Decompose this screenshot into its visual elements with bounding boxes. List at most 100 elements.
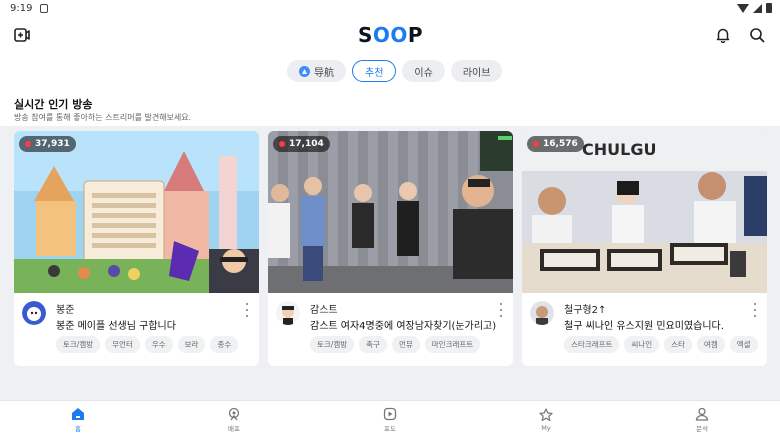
tab-issue-label: 이슈 <box>414 67 433 79</box>
streamer-name[interactable]: 철구형2↑ <box>564 301 606 316</box>
tag[interactable]: 무언터 <box>105 336 140 353</box>
tab-live-label: 라이브 <box>462 67 491 79</box>
nav-play-label: 포도 <box>384 425 396 433</box>
avatar-image <box>22 301 46 325</box>
tag[interactable]: 액셜 <box>729 336 758 353</box>
person-icon <box>695 407 709 421</box>
broadcast-plus-icon <box>14 28 30 42</box>
broadcast-title[interactable]: 봉준 메이플 선생님 구합니다 <box>56 317 176 332</box>
tag[interactable]: 토크/캠방 <box>56 336 101 353</box>
battery-icon <box>766 3 772 13</box>
live-dot-icon <box>25 141 31 147</box>
play-icon <box>383 407 397 421</box>
nav-my-label: My <box>541 424 551 432</box>
tab-recommended-label: 추천 <box>365 67 384 79</box>
section-title: 실시간 인기 방송 <box>14 98 93 111</box>
tag[interactable]: 토크/캠방 <box>310 336 355 353</box>
viewer-count: 17,104 <box>289 139 324 149</box>
nav-my[interactable]: My <box>468 401 624 439</box>
bottom-navigation: 홈 배포 포도 My 문석 <box>0 400 780 439</box>
signal-icon <box>753 3 762 13</box>
more-options-icon[interactable] <box>243 303 251 317</box>
tag[interactable]: 씨나인 <box>624 336 660 353</box>
nav-home[interactable]: 홈 <box>0 401 156 439</box>
streamer-name[interactable]: 봉준 <box>56 301 74 316</box>
broadcast-meta: 철구형2↑ 철구 씨나인 유스지원 민요미였습니다. 스타크래프트 씨나인 스타… <box>522 293 767 366</box>
broadcast-card[interactable]: 17,104 감스트 감스트 여자4명중에 여장남자찾기(눈가리고) 토크/캠방… <box>268 131 513 366</box>
wifi-icon <box>737 3 749 13</box>
logo-prefix: S <box>358 23 373 47</box>
status-time: 9:19 <box>10 3 33 14</box>
notification-icon <box>40 4 48 13</box>
streamer-name[interactable]: 감스트 <box>310 301 338 316</box>
tab-recommended[interactable]: 추천 <box>352 60 397 82</box>
logo-mid: OO <box>372 23 408 47</box>
nav-broadcast-label: 배포 <box>228 425 240 433</box>
notifications-button[interactable] <box>711 23 735 47</box>
live-dot-icon <box>279 141 285 147</box>
viewer-count-badge: 37,931 <box>19 136 76 152</box>
streamer-avatar[interactable] <box>22 301 46 325</box>
dining-scene-image: CHULGU <box>522 131 767 293</box>
header-area: 导航 추천 이슈 라이브 실시간 인기 방송 방송 참여를 통해 좋아하는 스트… <box>0 52 780 126</box>
broadcast-thumbnail[interactable]: CHULGU 16,576 <box>522 131 767 293</box>
viewer-count: 16,576 <box>543 139 578 149</box>
tag[interactable]: 보라 <box>177 336 206 353</box>
top-app-bar: SOOP <box>0 18 780 52</box>
category-tabs: 导航 추천 이슈 라이브 <box>287 60 503 82</box>
avatar-image <box>276 301 300 325</box>
logo-suffix: P <box>407 23 424 47</box>
tab-issue[interactable]: 이슈 <box>402 60 445 82</box>
viewer-count-badge: 17,104 <box>273 136 330 152</box>
broadcast-thumbnail[interactable]: 37,931 <box>14 131 259 293</box>
search-button[interactable] <box>745 23 769 47</box>
tag-list: 스타크래프트 씨나인 스타 여캠 액셜 <box>564 336 758 353</box>
tab-live[interactable]: 라이브 <box>450 60 503 82</box>
streamer-avatar[interactable] <box>276 301 300 325</box>
tag[interactable]: 여캠 <box>696 336 725 353</box>
thumb-text: CHULGU <box>582 140 656 159</box>
tab-navigation[interactable]: 导航 <box>287 60 346 82</box>
compass-icon <box>299 65 310 77</box>
nav-profile[interactable]: 문석 <box>624 401 780 439</box>
tag[interactable]: 축구 <box>359 336 387 353</box>
nav-home-label: 홈 <box>75 425 81 433</box>
bell-icon <box>716 28 730 43</box>
tag-list: 토크/캠방 축구 먼뮤 마인크래프트 <box>310 336 481 353</box>
broadcast-card[interactable]: 37,931 봉준 봉준 메이플 선생님 구합니다 토크/캠방 무언터 우수 보… <box>14 131 259 366</box>
star-icon <box>539 408 553 422</box>
start-broadcast-button[interactable] <box>10 23 34 47</box>
viewer-count: 37,931 <box>35 139 70 149</box>
more-options-icon[interactable] <box>751 303 759 317</box>
viewer-count-badge: 16,576 <box>527 136 584 152</box>
live-broadcast-list: 37,931 봉준 봉준 메이플 선생님 구합니다 토크/캠방 무언터 우수 보… <box>14 131 767 366</box>
app-logo[interactable]: SOOP <box>358 23 423 47</box>
system-icons <box>737 3 772 13</box>
section-subtitle: 방송 참여를 통해 좋아하는 스트리머를 발견해보세요. <box>14 113 192 122</box>
tag[interactable]: 종수 <box>210 336 239 353</box>
nav-broadcast[interactable]: 배포 <box>156 401 312 439</box>
tag[interactable]: 스타크래프트 <box>564 336 620 353</box>
game-scene-image <box>14 131 259 293</box>
tag[interactable]: 우수 <box>144 336 173 353</box>
streamer-avatar[interactable] <box>530 301 554 325</box>
home-icon <box>72 408 84 420</box>
tag[interactable]: 스타 <box>664 336 692 353</box>
tag[interactable]: 먼뮤 <box>391 336 420 353</box>
broadcast-thumbnail[interactable]: 17,104 <box>268 131 513 293</box>
broadcast-title[interactable]: 철구 씨나인 유스지원 민요미였습니다. <box>564 317 724 332</box>
nav-play[interactable]: 포도 <box>312 401 468 439</box>
status-bar: 9:19 <box>0 0 780 18</box>
live-dot-icon <box>533 141 539 147</box>
broadcast-title[interactable]: 감스트 여자4명중에 여장남자찾기(눈가리고) <box>310 317 496 332</box>
avatar-image <box>530 301 554 325</box>
tag-list: 토크/캠방 무언터 우수 보라 종수 <box>56 336 239 353</box>
nav-profile-label: 문석 <box>696 425 708 433</box>
search-icon <box>750 28 765 43</box>
more-options-icon[interactable] <box>497 303 505 317</box>
broadcast-meta: 봉준 봉준 메이플 선생님 구합니다 토크/캠방 무언터 우수 보라 종수 <box>14 293 259 366</box>
tab-navigation-label: 导航 <box>314 67 334 79</box>
broadcast-card[interactable]: CHULGU 16,576 철구형2↑ 철구 씨나인 유스지원 민요미였습니다.… <box>522 131 767 366</box>
broadcast-icon <box>228 407 240 421</box>
tag[interactable]: 마인크래프트 <box>424 336 481 353</box>
